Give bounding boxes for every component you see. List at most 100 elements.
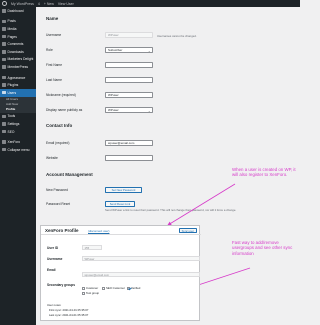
xf-user-id-label: User ID xyxy=(47,246,59,250)
xf-email-label: Email xyxy=(47,268,56,272)
callout-usergroups: Fast way to add/remove usergroups and se… xyxy=(232,240,293,256)
menu-label: Appearance xyxy=(7,75,26,80)
tools-icon xyxy=(2,114,6,119)
checkbox-checked-icon xyxy=(127,286,130,290)
menu-label: Plugins xyxy=(7,83,19,88)
submenu-profile[interactable]: Profile xyxy=(0,107,36,112)
menu-label: Dashboard xyxy=(7,8,24,13)
group-label: Verified xyxy=(131,286,141,290)
seo-icon xyxy=(2,129,6,134)
xf-last-sync: Last sync: 2021-04-01 05:35:07 xyxy=(49,312,89,317)
display-name-value: WPuser xyxy=(108,108,119,112)
new-password-label: New Password xyxy=(46,188,68,192)
admin-sidebar: Dashboard Posts Media Pages Comments Dow… xyxy=(0,7,36,325)
menu-seo[interactable]: SEO xyxy=(0,128,36,136)
password-reset-label: Password Reset xyxy=(46,202,71,206)
plugins-icon xyxy=(2,83,6,87)
admin-bar: My WordPress 4 + New View User xyxy=(0,0,300,7)
new-content-link[interactable]: + New xyxy=(44,2,54,6)
users-icon xyxy=(2,90,6,95)
section-name-title: Name xyxy=(46,16,59,21)
username-label: Username xyxy=(46,33,62,37)
nickname-input[interactable]: WPuser xyxy=(105,92,153,98)
settings-icon xyxy=(2,122,6,126)
group-label: SEO Customer xyxy=(106,286,125,290)
menu-label: Media xyxy=(7,26,17,31)
downloads-icon xyxy=(2,50,6,54)
disconnect-user-link[interactable]: (disconnect user) xyxy=(88,229,109,233)
menu-plugins[interactable]: Plugins xyxy=(0,81,36,89)
chevron-down-icon: ⌄ xyxy=(147,108,151,113)
site-name-link[interactable]: My WordPress xyxy=(11,2,34,6)
xf-username-label: Username xyxy=(47,257,63,261)
xenforo-profile-panel: XenForo Profile (disconnect user) Sync u… xyxy=(40,225,201,321)
send-reset-link-button[interactable]: Send Reset Link xyxy=(105,201,135,207)
menu-label: SEO xyxy=(7,129,15,134)
group-checkbox-customer[interactable]: Customer xyxy=(82,286,98,290)
chevron-down-icon: ⌄ xyxy=(147,48,151,53)
menu-users[interactable]: Users xyxy=(0,88,36,97)
website-input[interactable] xyxy=(105,155,153,161)
menu-tools[interactable]: Tools xyxy=(0,113,36,121)
group-checkbox-test-group[interactable]: Test group xyxy=(82,291,99,295)
first-name-label: First Name xyxy=(46,63,63,67)
group-checkbox-verified[interactable]: Verified xyxy=(127,286,140,290)
users-submenu: All Users Add New Profile xyxy=(0,96,36,113)
menu-label: Pages xyxy=(7,34,17,39)
xf-panel-header: XenForo Profile (disconnect user) Sync u… xyxy=(41,226,201,235)
display-name-select[interactable]: WPuser ⌄ xyxy=(105,107,153,113)
xf-username-field: WPuser xyxy=(82,256,200,261)
menu-label: Marketers Delight xyxy=(7,57,34,62)
menu-downloads[interactable]: Downloads xyxy=(0,48,36,56)
menu-posts[interactable]: Posts xyxy=(0,18,36,26)
menu-label: Downloads xyxy=(7,49,24,54)
menu-label: Settings xyxy=(7,121,20,126)
callout-registration: When a user is created on WP, it will al… xyxy=(232,167,296,178)
menu-marketers-delight[interactable]: Marketers Delight xyxy=(0,56,36,64)
menu-collapse[interactable]: Collapse menu xyxy=(0,146,36,154)
nickname-label: Nickname (required) xyxy=(46,93,76,97)
collapse-icon xyxy=(2,147,6,152)
menu-label: Comments xyxy=(7,42,24,47)
username-description: Usernames cannot be changed. xyxy=(157,33,197,38)
menu-media[interactable]: Media xyxy=(0,25,36,33)
xf-user-notes-title: User notes: xyxy=(47,303,62,307)
menu-appearance[interactable]: Appearance xyxy=(0,74,36,82)
email-input[interactable]: wpuser@email.com xyxy=(105,140,153,146)
menu-label: MemberPress xyxy=(7,64,29,69)
set-new-password-button[interactable]: Set New Password xyxy=(105,187,142,193)
last-name-input[interactable] xyxy=(105,77,153,83)
role-select[interactable]: Subscriber ⌄ xyxy=(105,47,153,53)
xf-email-field: wpuser@email.com xyxy=(82,272,200,277)
role-label: Role xyxy=(46,48,53,52)
posts-icon xyxy=(2,19,6,24)
last-name-label: Last Name xyxy=(46,78,62,82)
menu-xenforo[interactable]: XenForo xyxy=(0,138,36,146)
group-label: Test group xyxy=(86,291,100,295)
menu-comments[interactable]: Comments xyxy=(0,40,36,48)
group-label: Customer xyxy=(86,286,99,290)
display-name-label: Display name publicly as xyxy=(46,108,83,112)
view-user-link[interactable]: View User xyxy=(58,2,74,6)
menu-label: Posts xyxy=(7,19,16,24)
menu-pages[interactable]: Pages xyxy=(0,33,36,41)
menu-settings[interactable]: Settings xyxy=(0,120,36,128)
role-select-value: Subscriber xyxy=(108,48,123,52)
website-label: Website xyxy=(46,156,58,160)
menu-label: Tools xyxy=(7,114,16,119)
checkbox-icon xyxy=(102,286,105,290)
menu-dashboard[interactable]: Dashboard xyxy=(0,7,36,15)
wordpress-logo-icon[interactable] xyxy=(2,1,7,6)
menu-label: Collapse menu xyxy=(7,147,30,152)
first-name-input[interactable] xyxy=(105,62,153,68)
checkbox-icon xyxy=(82,291,85,295)
comments-count[interactable]: 4 xyxy=(38,2,40,6)
group-checkbox-seo-customer[interactable]: SEO Customer xyxy=(102,286,125,290)
username-field: WPuser xyxy=(105,32,153,38)
sync-user-button[interactable]: Sync user xyxy=(178,228,197,233)
menu-memberpress[interactable]: MemberPress xyxy=(0,63,36,71)
password-reset-description: Send WPuser a link to reset their passwo… xyxy=(105,208,237,212)
checkbox-icon xyxy=(82,286,85,290)
xf-first-sync: First sync: 2021-04-01 05:35:07 xyxy=(49,308,89,312)
marketers-delight-icon xyxy=(2,57,6,62)
